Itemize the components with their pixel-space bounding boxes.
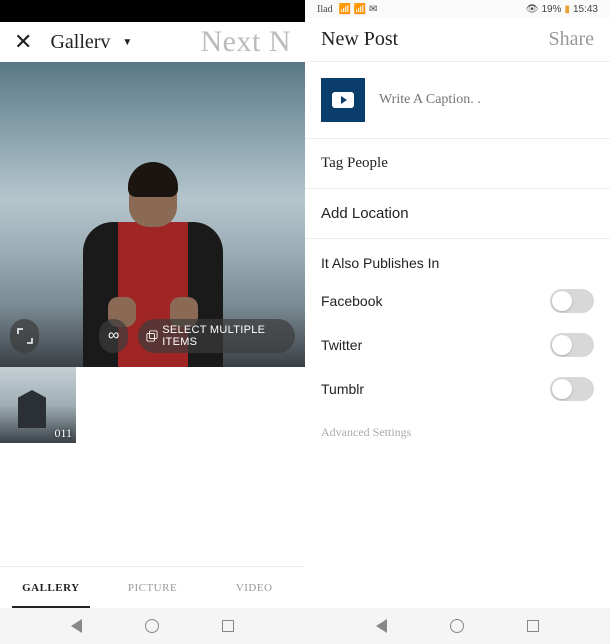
also-publishes-label: It Also Publishes In — [305, 239, 610, 279]
tumblr-label: Tumblr — [321, 381, 364, 397]
clock: 15:43 — [573, 4, 598, 15]
tab-gallery[interactable]: GALLERY — [0, 567, 102, 608]
source-dropdown[interactable]: Gallerv ▼ — [50, 31, 132, 54]
nav-home-icon[interactable] — [450, 619, 464, 633]
facebook-label: Facebook — [321, 293, 382, 309]
nav-home-icon[interactable] — [145, 619, 159, 633]
next-button[interactable]: Next N — [201, 25, 291, 59]
advanced-settings-link[interactable]: Advanced Settings — [305, 411, 610, 454]
media-picker-screen: ✕ Gallerv ▼ Next N ∞ SELECT MULTIPLE ITE… — [0, 0, 305, 644]
nav-recents-icon[interactable] — [527, 620, 539, 632]
select-multiple-button[interactable]: SELECT MULTIPLE ITEMS — [138, 319, 295, 353]
android-nav-bar — [0, 608, 305, 644]
new-post-screen: Ilad 📶 📶 ✉ 👁 19% ▮ 15:43 New Post Share … — [305, 0, 610, 644]
caption-input[interactable] — [379, 92, 594, 108]
new-post-header: New Post Share — [305, 18, 610, 62]
picker-tabs: GALLERY PICTURE VIDEO — [0, 566, 305, 608]
chevron-down-icon: ▼ — [122, 37, 132, 48]
layers-icon — [146, 329, 158, 343]
source-label: Gallerv — [50, 31, 110, 54]
twitter-toggle-row: Twitter — [305, 323, 610, 367]
caption-section — [305, 62, 610, 139]
select-multiple-label: SELECT MULTIPLE ITEMS — [162, 324, 283, 348]
facebook-toggle-row: Facebook — [305, 279, 610, 323]
page-title: New Post — [321, 28, 398, 51]
share-button[interactable]: Share — [548, 28, 594, 51]
twitter-label: Twitter — [321, 337, 362, 353]
close-icon[interactable]: ✕ — [14, 29, 32, 55]
nav-back-icon[interactable] — [71, 619, 82, 633]
thumbnail-grid: 011 — [0, 367, 305, 443]
android-nav-bar — [305, 608, 610, 644]
picker-header: ✕ Gallerv ▼ Next N — [0, 22, 305, 62]
add-location-row[interactable]: Add Location — [305, 189, 610, 239]
carrier-label: Ilad — [317, 4, 333, 15]
expand-icon[interactable] — [10, 319, 39, 353]
status-bar-placeholder — [0, 0, 305, 22]
twitter-toggle[interactable] — [550, 333, 594, 357]
thumbnail-item[interactable]: 011 — [0, 367, 76, 443]
nav-back-icon[interactable] — [376, 619, 387, 633]
tab-video[interactable]: VIDEO — [203, 567, 305, 608]
boomerang-icon[interactable]: ∞ — [99, 319, 128, 353]
signal-wifi-icons: 📶 📶 ✉ — [339, 4, 378, 15]
post-thumbnail[interactable] — [321, 78, 365, 122]
eye-icon: 👁 — [526, 4, 539, 15]
tumblr-toggle-row: Tumblr — [305, 367, 610, 411]
preview-controls: ∞ SELECT MULTIPLE ITEMS — [10, 319, 295, 353]
battery-icon: ▮ — [564, 4, 570, 15]
nav-recents-icon[interactable] — [222, 620, 234, 632]
video-icon — [332, 92, 354, 108]
thumbnail-duration: 011 — [54, 426, 72, 441]
media-preview[interactable]: ∞ SELECT MULTIPLE ITEMS — [0, 62, 305, 367]
status-bar: Ilad 📶 📶 ✉ 👁 19% ▮ 15:43 — [305, 0, 610, 18]
tab-picture[interactable]: PICTURE — [102, 567, 204, 608]
tag-people-row[interactable]: Tag People — [305, 139, 610, 189]
battery-percent: 19% — [541, 4, 561, 15]
tumblr-toggle[interactable] — [550, 377, 594, 401]
facebook-toggle[interactable] — [550, 289, 594, 313]
